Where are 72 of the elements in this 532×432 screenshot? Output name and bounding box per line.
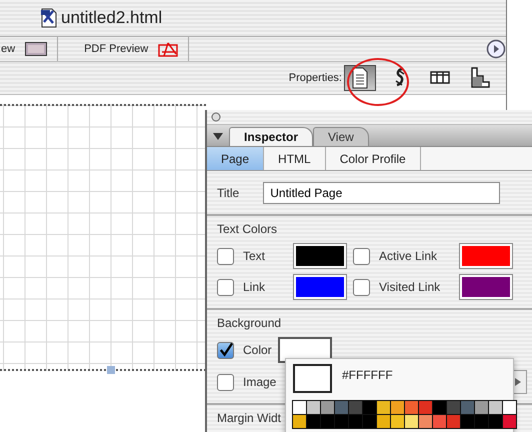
color-swatch[interactable] bbox=[293, 401, 306, 414]
checkbox-label: Visited Link bbox=[379, 280, 440, 294]
tab[interactable]: Color Profile bbox=[326, 147, 421, 170]
color-swatch[interactable] bbox=[503, 415, 516, 428]
picture-icon bbox=[25, 42, 48, 56]
color-swatch[interactable] bbox=[433, 415, 446, 428]
color-swatch[interactable] bbox=[377, 415, 390, 428]
checkbox[interactable] bbox=[217, 248, 234, 264]
checkbox-label: Active Link bbox=[379, 249, 438, 263]
checkbox-label: Link bbox=[243, 280, 266, 294]
highlight-circle bbox=[347, 58, 409, 106]
color-swatch[interactable] bbox=[391, 401, 404, 414]
color-swatch[interactable] bbox=[391, 415, 404, 428]
checkbox-label: Text bbox=[243, 249, 266, 263]
color-swatch[interactable] bbox=[447, 401, 460, 414]
color-swatch[interactable] bbox=[363, 401, 376, 414]
color-swatch[interactable] bbox=[489, 401, 502, 414]
color-swatch[interactable] bbox=[293, 415, 306, 428]
checkbox-label: Color bbox=[243, 343, 272, 357]
resize-handle[interactable] bbox=[107, 366, 115, 374]
color-swatch[interactable] bbox=[321, 415, 334, 428]
checkbox[interactable] bbox=[353, 278, 370, 296]
color-swatch[interactable] bbox=[349, 401, 362, 414]
color-swatch[interactable] bbox=[489, 415, 502, 428]
checkbox[interactable] bbox=[217, 278, 234, 296]
color-swatch[interactable] bbox=[447, 415, 460, 428]
properties-label: Properties: bbox=[288, 72, 342, 84]
forward-icon[interactable] bbox=[486, 39, 506, 59]
layout-icon bbox=[469, 66, 491, 90]
toolbar-button[interactable]: ew bbox=[0, 37, 58, 61]
field-label: Margin Widt bbox=[217, 411, 282, 427]
field-label: Title bbox=[217, 186, 240, 200]
panel-tab[interactable]: Inspector bbox=[229, 127, 314, 146]
color-well[interactable] bbox=[459, 274, 513, 300]
section-heading: Background bbox=[217, 316, 282, 332]
toolbar-button[interactable]: PDF Preview bbox=[58, 37, 190, 61]
toolbar-button[interactable] bbox=[344, 65, 376, 91]
section-heading: Text Colors bbox=[217, 222, 278, 238]
color-swatch[interactable] bbox=[405, 415, 418, 428]
color-swatch[interactable] bbox=[377, 401, 390, 414]
checkbox[interactable] bbox=[217, 374, 234, 390]
pdf-icon bbox=[158, 42, 178, 56]
checkbox[interactable] bbox=[217, 342, 234, 358]
hex-value: #FFFFFF bbox=[342, 368, 393, 384]
color-swatch[interactable] bbox=[321, 401, 334, 414]
window-title: untitled2.html bbox=[61, 8, 162, 28]
color-swatch[interactable] bbox=[419, 401, 432, 414]
color-swatch[interactable] bbox=[461, 415, 474, 428]
arrow-icon bbox=[514, 377, 522, 387]
color-swatch[interactable] bbox=[335, 415, 348, 428]
html-file-icon bbox=[40, 8, 58, 28]
panel-tab[interactable]: View bbox=[313, 127, 369, 146]
color-swatch[interactable] bbox=[349, 415, 362, 428]
title-field[interactable]: Untitled Page bbox=[263, 182, 500, 204]
color-swatch[interactable] bbox=[307, 401, 320, 414]
color-swatch[interactable] bbox=[461, 401, 474, 414]
color-swatch[interactable] bbox=[503, 401, 516, 414]
color-swatch[interactable] bbox=[475, 401, 488, 414]
color-swatch[interactable] bbox=[363, 415, 376, 428]
color-well[interactable] bbox=[459, 243, 513, 269]
tab[interactable]: Page bbox=[207, 147, 264, 170]
color-swatch[interactable] bbox=[419, 415, 432, 428]
color-well[interactable] bbox=[293, 243, 347, 269]
color-swatch[interactable] bbox=[335, 401, 348, 414]
color-swatch[interactable] bbox=[307, 415, 320, 428]
color-well[interactable] bbox=[293, 274, 347, 300]
color-swatch[interactable] bbox=[433, 401, 446, 414]
color-swatch[interactable] bbox=[405, 401, 418, 414]
tab[interactable]: HTML bbox=[264, 147, 326, 170]
checkbox[interactable] bbox=[353, 248, 370, 264]
color-swatch[interactable] bbox=[475, 415, 488, 428]
checkbox-label: Image bbox=[243, 375, 276, 389]
